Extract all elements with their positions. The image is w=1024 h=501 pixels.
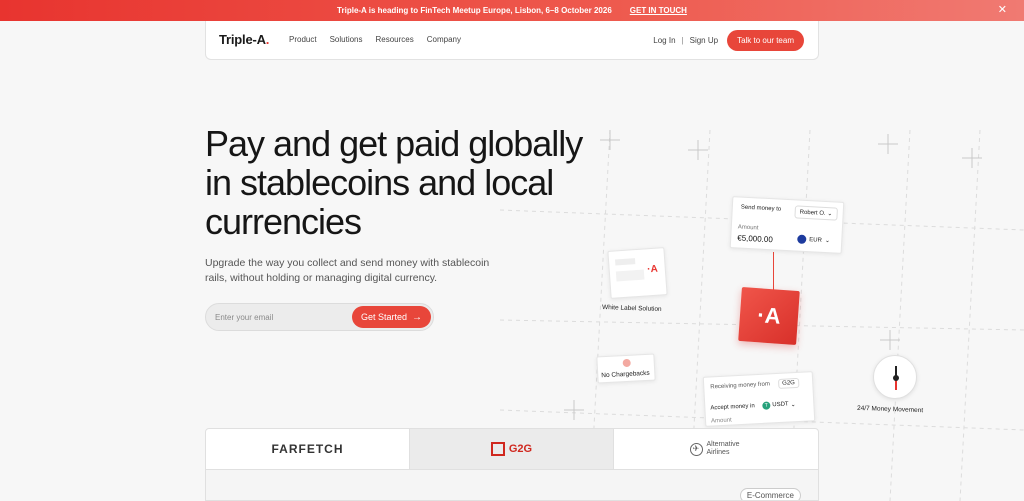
g2g-logo: G2G: [490, 442, 533, 456]
brand-logo-text: Triple-A: [219, 32, 266, 47]
plane-icon: ✈: [689, 442, 703, 456]
farfetch-logo: FARFETCH: [271, 442, 344, 456]
triple-a-center-logo: ·A: [738, 287, 800, 345]
no-chargebacks-label: No Chargebacks: [601, 369, 650, 380]
clock-center: [893, 375, 899, 381]
sender-select: G2G: [777, 377, 800, 389]
logo-tab-farfetch[interactable]: FARFETCH: [206, 429, 410, 470]
nav-separator: |: [681, 36, 684, 45]
receive-amount-label: Amount: [710, 417, 732, 425]
banner-message: Triple-A is heading to FinTech Meetup Eu…: [337, 6, 612, 15]
banner-get-in-touch-link[interactable]: GET IN TOUCH: [630, 6, 687, 15]
send-money-card: Send money to Robert O. ⌄ Amount €5,000.…: [729, 196, 845, 254]
announcement-banner: Triple-A is heading to FinTech Meetup Eu…: [0, 0, 1024, 21]
nav-auth: Log In | Sign Up Talk to our team: [653, 30, 804, 51]
mini-triple-a-logo: ·A: [646, 263, 659, 276]
placeholder-bar: [615, 258, 636, 266]
close-icon[interactable]: ✕: [998, 4, 1007, 16]
email-input[interactable]: Enter your email: [215, 313, 273, 322]
currency-select: EUR ⌄: [797, 234, 831, 246]
currency-code: EUR: [809, 236, 823, 244]
talk-to-team-button[interactable]: Talk to our team: [727, 30, 804, 51]
accept-money-label: Accept money in: [710, 403, 755, 412]
brand-logo-dot: .: [265, 32, 270, 47]
navbar: Triple-A. Product Solutions Resources Co…: [205, 21, 819, 60]
logos-panel: [206, 470, 818, 500]
brand-logo[interactable]: Triple-A.: [219, 32, 269, 47]
g2g-logo-text: G2G: [508, 443, 533, 455]
chevron-down-icon: ⌄: [824, 238, 831, 245]
g2g-mark-icon: [490, 442, 505, 456]
chevron-down-icon: ⌄: [790, 401, 796, 408]
placeholder-block: [615, 269, 645, 282]
clock-icon: [873, 355, 917, 399]
hero-subtitle: Upgrade the way you collect and send mon…: [205, 257, 490, 284]
get-started-label: Get Started: [360, 312, 408, 322]
amount-value: €5,000.00: [737, 233, 774, 245]
tether-icon: T: [762, 401, 771, 410]
logo-tab-g2g[interactable]: G2G: [410, 429, 614, 470]
amount-label: Amount: [737, 224, 759, 232]
recipient-name: Robert O.: [799, 209, 826, 218]
nav-link-resources[interactable]: Resources: [376, 35, 414, 44]
coin-code: USDT: [772, 401, 789, 409]
customer-logos: FARFETCH G2G ✈ Alternative Airlines E-Com…: [205, 428, 819, 501]
arrow-right-icon: →: [412, 311, 423, 323]
receive-money-card: Receiving money from G2G Accept money in…: [702, 371, 816, 427]
receiving-label: Receiving money from: [710, 381, 771, 391]
nav-link-company[interactable]: Company: [427, 35, 461, 44]
get-started-button[interactable]: Get Started →: [352, 306, 431, 328]
alternative-airlines-logo: ✈ Alternative Airlines: [689, 441, 745, 457]
signup-link[interactable]: Sign Up: [690, 36, 718, 45]
category-tag: E-Commerce: [739, 488, 801, 500]
white-label-card: ·A: [607, 247, 668, 299]
flow-connector-line: [773, 252, 774, 290]
recipient-select: Robert O. ⌄: [794, 205, 838, 221]
eur-flag-icon: [797, 234, 807, 245]
login-link[interactable]: Log In: [653, 36, 675, 45]
coin-select: T USDT ⌄: [762, 400, 796, 410]
nav-link-product[interactable]: Product: [289, 35, 317, 44]
email-signup-form: Enter your email Get Started →: [205, 303, 434, 331]
chevron-down-icon: ⌄: [827, 211, 833, 218]
send-money-label: Send money to: [740, 204, 782, 213]
logo-tab-alternative-airlines[interactable]: ✈ Alternative Airlines: [614, 429, 818, 470]
nav-links: Product Solutions Resources Company: [289, 35, 461, 44]
shield-icon: [622, 358, 631, 368]
alternative-airlines-text: Alternative Airlines: [706, 441, 740, 456]
no-chargebacks-card: No Chargebacks: [596, 353, 656, 384]
nav-link-solutions[interactable]: Solutions: [330, 35, 363, 44]
